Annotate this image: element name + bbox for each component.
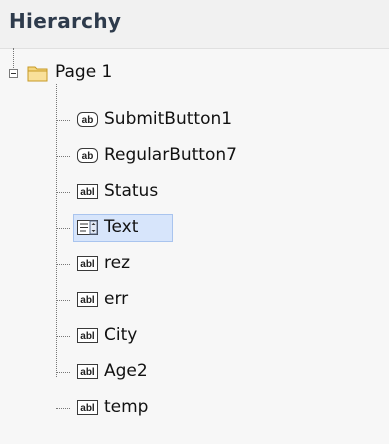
- svg-text:abl: abl: [80, 403, 95, 414]
- branch-line: [56, 192, 70, 193]
- tree-node-label: rez: [104, 253, 130, 273]
- label-icon: abl: [77, 400, 98, 415]
- branch-line: [56, 120, 70, 121]
- hierarchy-panel: Hierarchy Page 1 ab SubmitButton1 ab Regula…: [0, 0, 389, 444]
- label-icon: abl: [77, 328, 98, 343]
- tree-node-label: RegularButton7: [104, 145, 237, 165]
- label-icon: abl: [77, 364, 98, 379]
- svg-text:ab: ab: [82, 151, 94, 162]
- branch-line: [56, 228, 70, 229]
- tree-node-label: err: [104, 289, 129, 309]
- children-guide-line: [56, 84, 57, 377]
- root-guide-line: [13, 48, 14, 68]
- panel-header: Hierarchy: [0, 0, 389, 49]
- panel-title: Hierarchy: [9, 9, 122, 33]
- tree-node-label: Text: [104, 217, 139, 237]
- svg-text:abl: abl: [80, 259, 95, 270]
- hierarchy-tree: Page 1 ab SubmitButton1 ab RegularButton7 ab…: [0, 48, 389, 444]
- tree-node-label: SubmitButton1: [104, 109, 233, 129]
- label-icon: abl: [77, 292, 98, 307]
- svg-text:abl: abl: [80, 367, 95, 378]
- tree-node-label: City: [104, 325, 138, 345]
- tree-root-page-1[interactable]: Page 1: [55, 62, 112, 82]
- svg-text:ab: ab: [82, 115, 94, 126]
- svg-text:abl: abl: [80, 187, 95, 198]
- label-icon: abl: [77, 256, 98, 271]
- svg-text:abl: abl: [80, 331, 95, 342]
- textarea-icon: [77, 220, 98, 235]
- folder-icon: [27, 66, 48, 82]
- branch-line: [56, 264, 70, 265]
- tree-node-label: temp: [104, 397, 149, 417]
- tree-node-label: Status: [104, 181, 159, 201]
- collapse-toggle[interactable]: [9, 69, 18, 78]
- button-icon: ab: [77, 148, 98, 163]
- branch-line: [56, 408, 70, 409]
- branch-line: [56, 372, 70, 373]
- svg-text:abl: abl: [80, 295, 95, 306]
- branch-line: [56, 156, 70, 157]
- tree-node-label: Age2: [104, 361, 148, 381]
- label-icon: abl: [77, 184, 98, 199]
- branch-line: [56, 336, 70, 337]
- branch-line: [56, 300, 70, 301]
- button-icon: ab: [77, 112, 98, 127]
